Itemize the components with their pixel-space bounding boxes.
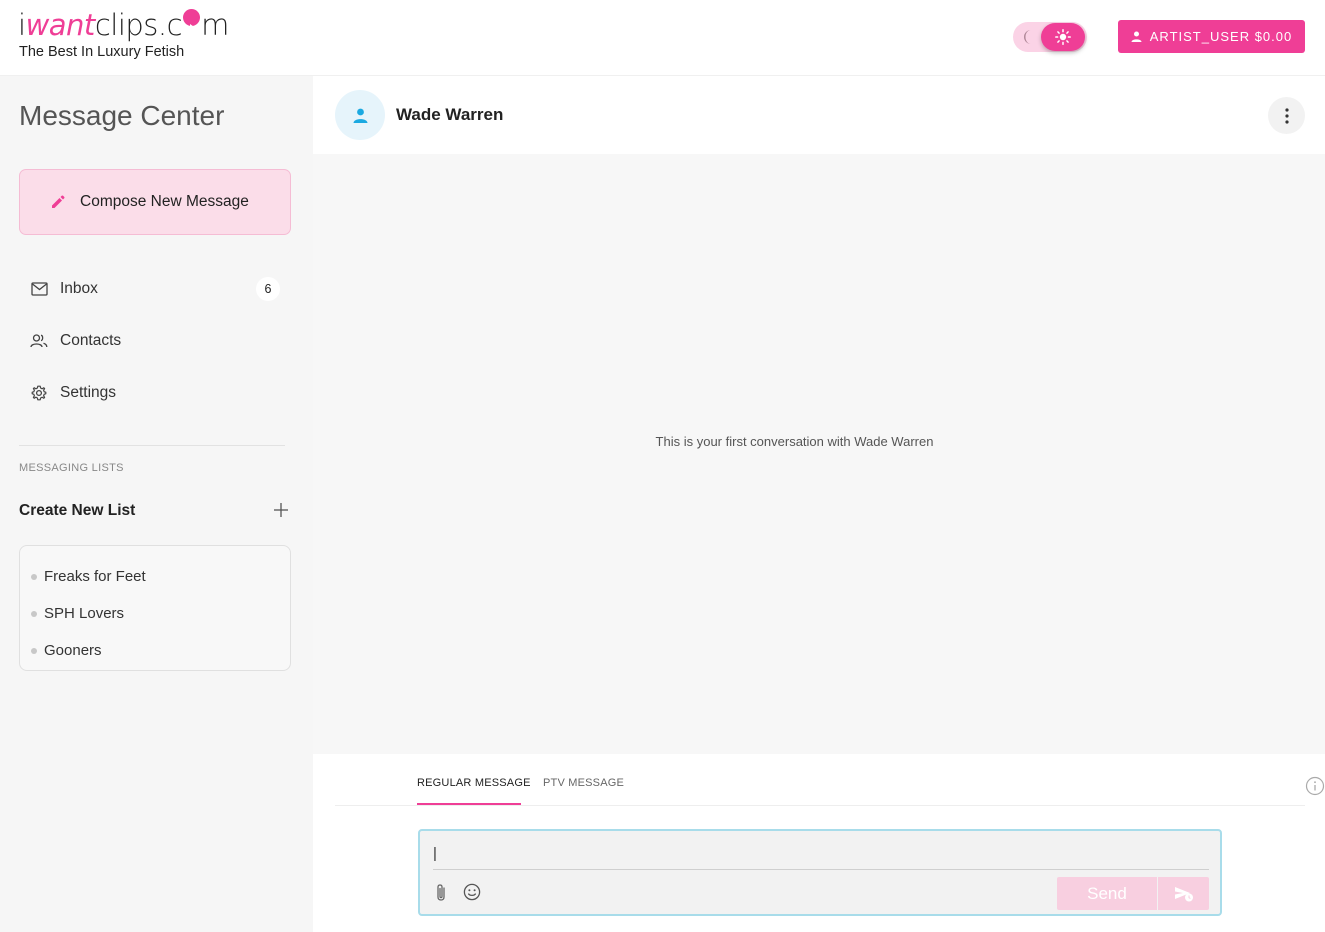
schedule-send-button[interactable] bbox=[1158, 877, 1209, 910]
logo-part-clips: clips.c bbox=[94, 8, 183, 42]
empty-conversation-text: This is your first conversation with Wad… bbox=[655, 434, 934, 449]
conversation-header: Wade Warren bbox=[313, 76, 1325, 154]
person-icon bbox=[1131, 31, 1142, 42]
messaging-lists: Freaks for Feet SPH Lovers Gooners bbox=[19, 545, 291, 671]
sun-icon bbox=[1055, 29, 1071, 45]
sidebar-item-contacts[interactable]: Contacts bbox=[19, 321, 291, 361]
pencil-icon bbox=[52, 195, 65, 208]
list-item-label: SPH Lovers bbox=[44, 605, 125, 622]
inbox-count-badge: 6 bbox=[256, 277, 280, 301]
list-item-label: Gooners bbox=[44, 642, 102, 659]
bullet bbox=[31, 647, 37, 654]
sidebar-item-inbox[interactable]: Inbox 6 bbox=[19, 269, 291, 309]
gear-icon bbox=[31, 385, 47, 401]
list-item[interactable]: Freaks for Feet bbox=[20, 558, 290, 595]
sidebar-title: Message Center bbox=[19, 100, 225, 131]
person-icon bbox=[353, 108, 367, 123]
sidebar-divider bbox=[19, 445, 285, 446]
info-icon[interactable] bbox=[1305, 776, 1325, 796]
user-account-button[interactable]: ARTIST_USER $0.00 bbox=[1118, 20, 1305, 53]
list-item[interactable]: SPH Lovers bbox=[20, 595, 290, 632]
more-options-button[interactable] bbox=[1268, 97, 1305, 134]
active-tab-indicator bbox=[417, 803, 521, 805]
theme-toggle-knob[interactable] bbox=[1041, 23, 1085, 51]
theme-toggle[interactable] bbox=[1013, 22, 1087, 52]
sidebar-item-label: Contacts bbox=[60, 332, 122, 349]
kebab-icon bbox=[1284, 107, 1289, 124]
message-type-tabs: REGULAR MESSAGE PTV MESSAGE bbox=[335, 754, 1325, 806]
logo-part-m: m bbox=[201, 8, 229, 42]
list-item[interactable]: Gooners bbox=[20, 632, 290, 669]
send-button[interactable]: Send bbox=[1057, 877, 1157, 910]
sidebar-item-label: Inbox bbox=[60, 280, 98, 297]
tab-ptv-message[interactable]: PTV MESSAGE bbox=[543, 777, 624, 789]
paperclip-icon[interactable] bbox=[434, 883, 448, 903]
sidebar-item-settings[interactable]: Settings bbox=[19, 373, 291, 413]
scheduled-send-icon bbox=[1174, 886, 1193, 901]
mail-icon bbox=[30, 282, 48, 296]
create-new-list-label[interactable]: Create New List bbox=[19, 502, 135, 520]
bullet bbox=[31, 573, 37, 580]
moon-icon bbox=[1024, 30, 1031, 44]
contact-name: Wade Warren bbox=[396, 105, 504, 124]
sidebar-item-label: Settings bbox=[60, 384, 117, 401]
top-bar: iwantclips.c m The Best In Luxury Fetish … bbox=[0, 0, 1325, 76]
emoji-icon[interactable] bbox=[463, 883, 481, 901]
conversation-body: This is your first conversation with Wad… bbox=[313, 154, 1325, 754]
avatar[interactable] bbox=[335, 90, 385, 140]
compose-label: Compose New Message bbox=[80, 193, 249, 210]
logo-play-icon bbox=[183, 9, 201, 31]
list-item-label: Freaks for Feet bbox=[44, 568, 146, 585]
sidebar: Message Center Compose New Message Inbox… bbox=[0, 76, 313, 932]
tagline: The Best In Luxury Fetish bbox=[19, 44, 185, 60]
user-account-label: ARTIST_USER $0.00 bbox=[1149, 29, 1293, 44]
bullet bbox=[31, 610, 37, 617]
messaging-lists-heading: MESSAGING LISTS bbox=[19, 462, 124, 474]
composer-area: REGULAR MESSAGE PTV MESSAGE | Send bbox=[313, 754, 1325, 932]
logo-part-i: i bbox=[18, 8, 26, 42]
plus-icon[interactable] bbox=[272, 501, 290, 519]
logo-part-want: want bbox=[25, 8, 96, 42]
message-input[interactable]: | bbox=[433, 839, 1209, 870]
tab-regular-message[interactable]: REGULAR MESSAGE bbox=[417, 777, 531, 789]
compose-new-message-button[interactable]: Compose New Message bbox=[19, 169, 291, 235]
logo[interactable]: iwantclips.c m bbox=[18, 8, 229, 42]
contacts-icon bbox=[30, 334, 48, 348]
message-composer: | Send bbox=[418, 829, 1222, 916]
